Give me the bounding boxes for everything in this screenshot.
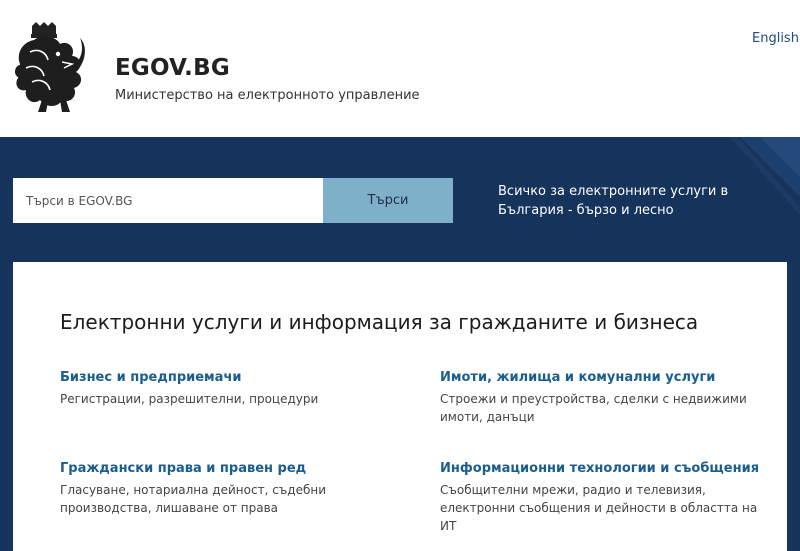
category-property: Имоти, жилища и комунални услуги Строежи…: [440, 370, 770, 426]
search-banner: Търси Всичко за електронните услуги в Бъ…: [0, 137, 800, 262]
section-title: Електронни услуги и информация за гражда…: [60, 310, 699, 334]
search-button[interactable]: Търси: [323, 178, 453, 223]
services-section: Електронни услуги и информация за гражда…: [13, 262, 787, 551]
category-description: Съобщителни мрежи, радио и телевизия, ел…: [440, 483, 758, 533]
category-description: Строежи и преустройства, сделки с недвиж…: [440, 392, 747, 424]
category-it-communications: Информационни технологии и съобщения Съо…: [440, 461, 770, 535]
language-switch-link[interactable]: English: [752, 31, 799, 46]
category-link[interactable]: Имоти, жилища и комунални услуги: [440, 370, 770, 385]
category-business: Бизнес и предприемачи Регистрации, разре…: [60, 370, 390, 408]
site-header: EGOV.BG Министерство на електронното упр…: [0, 0, 800, 137]
category-link[interactable]: Граждански права и правен ред: [60, 461, 390, 476]
category-civil-rights: Граждански права и правен ред Гласуване,…: [60, 461, 390, 517]
category-description: Гласуване, нотариална дейност, съдебни п…: [60, 483, 326, 515]
category-link[interactable]: Бизнес и предприемачи: [60, 370, 390, 385]
site-title[interactable]: EGOV.BG: [115, 55, 230, 81]
search-input[interactable]: [13, 178, 323, 223]
lion-coat-of-arms-icon[interactable]: [12, 22, 88, 114]
site-subtitle: Министерство на електронното управление: [115, 88, 420, 103]
tagline: Всичко за електронните услуги в България…: [498, 184, 729, 218]
category-description: Регистрации, разрешителни, процедури: [60, 392, 319, 406]
category-link[interactable]: Информационни технологии и съобщения: [440, 461, 770, 476]
